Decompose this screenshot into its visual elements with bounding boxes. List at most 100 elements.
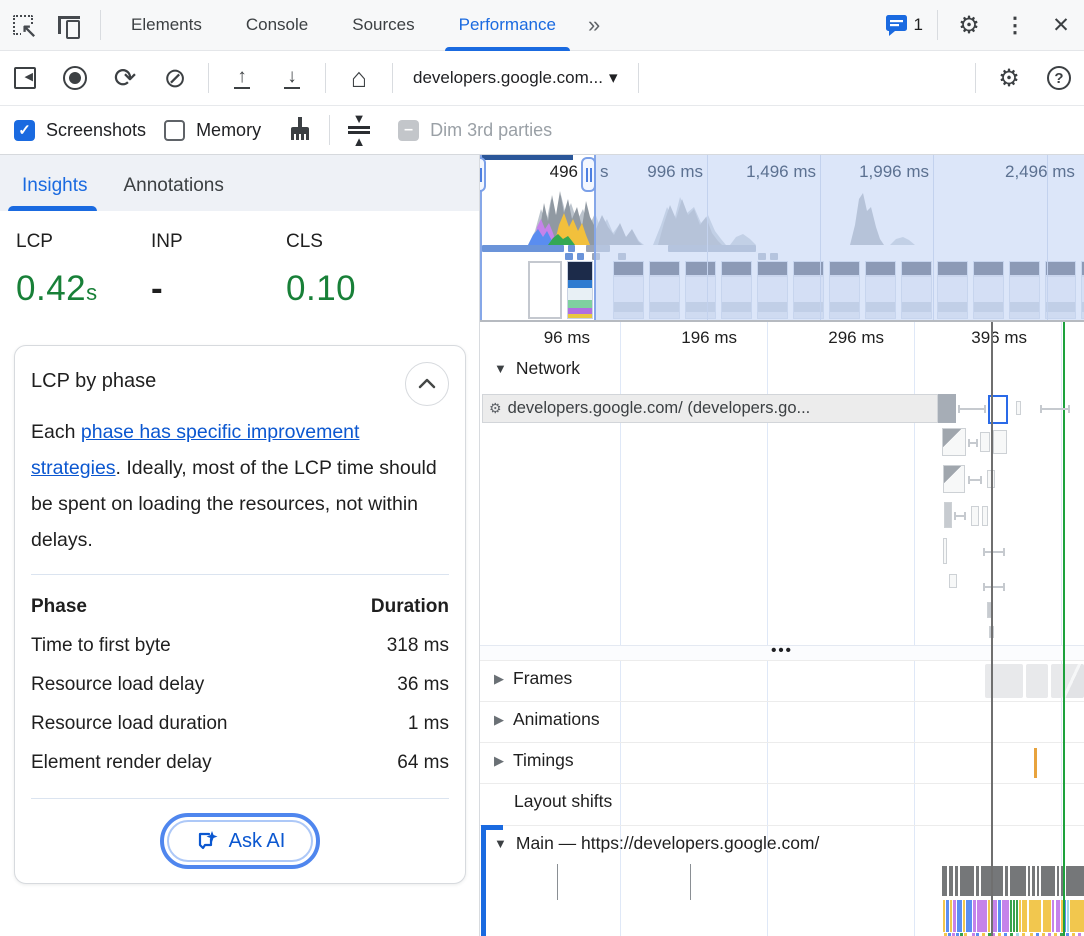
activity-bar[interactable] bbox=[977, 900, 987, 932]
close-devtools-button[interactable]: ✕ bbox=[1044, 8, 1078, 42]
timeline-flamechart[interactable]: 96 ms196 ms296 ms396 ms ▼ Network ⚙ deve… bbox=[480, 322, 1084, 936]
toggle-sidebar-button[interactable] bbox=[5, 58, 45, 98]
activity-bar[interactable] bbox=[957, 900, 962, 932]
tab-sources[interactable]: Sources bbox=[330, 0, 436, 51]
activity-bar[interactable] bbox=[998, 900, 1001, 932]
track-header[interactable]: ▶Frames bbox=[480, 668, 572, 689]
timeline-overview[interactable]: 496 s 996 ms1,496 ms1,996 ms 2,496 ms CP… bbox=[480, 155, 1084, 322]
help-button[interactable]: ? bbox=[1039, 58, 1079, 98]
activity-bar[interactable] bbox=[1022, 900, 1027, 932]
network-request-bar[interactable] bbox=[944, 502, 952, 528]
activity-bar[interactable] bbox=[946, 900, 949, 932]
activity-bar[interactable] bbox=[1002, 900, 1009, 932]
activity-bar[interactable] bbox=[953, 900, 956, 932]
divider bbox=[208, 63, 209, 93]
record-button[interactable] bbox=[55, 58, 95, 98]
activity-bar[interactable] bbox=[1010, 900, 1012, 932]
network-track-header[interactable]: ▼ Network bbox=[480, 358, 580, 379]
activity-bar[interactable] bbox=[1056, 900, 1060, 932]
shortcuts-dialog-icon[interactable]: ▼▲ bbox=[348, 112, 370, 148]
network-request-bar[interactable] bbox=[943, 465, 965, 493]
task-bar[interactable] bbox=[949, 866, 953, 896]
table-row: Time to first byte318 ms bbox=[31, 626, 449, 665]
reload-and-record-button[interactable]: ⟳ bbox=[105, 58, 145, 98]
menu-button[interactable]: ⋮ bbox=[998, 8, 1032, 42]
save-profile-button[interactable]: ↓ bbox=[272, 58, 312, 98]
table-row: Resource load delay36 ms bbox=[31, 665, 449, 704]
task-bar[interactable] bbox=[976, 866, 979, 896]
task-bar[interactable] bbox=[1037, 866, 1039, 896]
tab-insights[interactable]: Insights bbox=[0, 175, 101, 211]
activity-bar[interactable] bbox=[1029, 900, 1041, 932]
task-bar[interactable] bbox=[1066, 866, 1084, 896]
ruler-tick: 396 ms bbox=[971, 328, 1027, 348]
activity-bar[interactable] bbox=[943, 900, 945, 932]
activity-bar[interactable] bbox=[1052, 900, 1054, 932]
clear-button[interactable]: ⊘ bbox=[155, 58, 195, 98]
task-bar[interactable] bbox=[1005, 866, 1008, 896]
collapse-card-button[interactable] bbox=[405, 362, 449, 406]
inspect-element-button[interactable]: ↖ bbox=[6, 8, 40, 42]
network-request-bar[interactable]: ⚙ developers.google.com/ (developers.go.… bbox=[482, 394, 938, 423]
garbage-collect-icon[interactable] bbox=[287, 117, 313, 143]
network-request-bar[interactable] bbox=[1016, 401, 1021, 415]
main-track-header[interactable]: ▼ Main — https://developers.google.com/ bbox=[480, 833, 819, 854]
tab-performance[interactable]: Performance bbox=[437, 0, 578, 51]
activity-bar[interactable] bbox=[1067, 900, 1069, 932]
network-request-bar[interactable] bbox=[971, 506, 979, 526]
load-profile-button[interactable]: ↑ bbox=[222, 58, 262, 98]
history-dropdown[interactable]: developers.google.com... ▾ bbox=[401, 68, 630, 88]
task-bar[interactable] bbox=[960, 866, 974, 896]
sidebar-panel-icon bbox=[14, 67, 36, 89]
network-request-bar[interactable] bbox=[949, 574, 957, 588]
activity-bar[interactable] bbox=[950, 900, 952, 932]
screenshots-checkbox[interactable]: ✓ bbox=[14, 120, 35, 141]
more-tabs-icon[interactable]: » bbox=[578, 12, 607, 38]
frame-thumb bbox=[1026, 664, 1048, 698]
capture-settings-button[interactable]: ⚙ bbox=[989, 58, 1029, 98]
tab-elements[interactable]: Elements bbox=[109, 0, 224, 51]
overview-tick: 1,496 ms bbox=[746, 162, 816, 182]
task-bar[interactable] bbox=[1057, 866, 1059, 896]
activity-bar[interactable] bbox=[973, 900, 976, 932]
gear-icon: ⚙ bbox=[958, 11, 980, 40]
track-header[interactable]: Layout shifts bbox=[480, 791, 612, 812]
task-bar[interactable] bbox=[942, 866, 947, 896]
track-label: Timings bbox=[513, 750, 574, 771]
settings-button[interactable]: ⚙ bbox=[952, 8, 986, 42]
live-metrics-button[interactable]: ⌂ bbox=[339, 58, 379, 98]
selection-handle-right[interactable] bbox=[581, 157, 596, 192]
task-bar[interactable] bbox=[1041, 866, 1055, 896]
network-request-bar[interactable] bbox=[980, 432, 990, 452]
issues-counter[interactable]: 1 bbox=[878, 13, 929, 37]
activity-bar[interactable] bbox=[1043, 900, 1051, 932]
task-bar[interactable] bbox=[955, 866, 958, 896]
activity-bar[interactable] bbox=[988, 900, 990, 932]
activity-bar[interactable] bbox=[966, 900, 972, 932]
activity-bar[interactable] bbox=[1016, 900, 1018, 932]
ask-ai-button[interactable]: Ask AI bbox=[167, 820, 314, 862]
activity-bar[interactable] bbox=[1013, 900, 1015, 932]
chevron-down-icon: ▾ bbox=[609, 68, 618, 88]
network-request-bar[interactable] bbox=[943, 538, 947, 564]
network-request-bar[interactable] bbox=[942, 428, 966, 456]
ask-ai-focus-ring: Ask AI bbox=[160, 813, 321, 869]
dim-third-parties-checkbox[interactable]: – bbox=[398, 120, 419, 141]
activity-bar[interactable] bbox=[1070, 900, 1084, 932]
tab-console[interactable]: Console bbox=[224, 0, 330, 51]
selection-handle-left[interactable] bbox=[480, 157, 486, 192]
activity-bar[interactable] bbox=[1019, 900, 1021, 932]
tab-annotations[interactable]: Annotations bbox=[101, 175, 237, 211]
track-splitter[interactable]: ••• bbox=[480, 645, 1084, 661]
device-toolbar-button[interactable] bbox=[52, 8, 86, 42]
network-request-bar[interactable] bbox=[982, 506, 988, 526]
ruler-tick: 296 ms bbox=[828, 328, 884, 348]
track-header[interactable]: ▶Timings bbox=[480, 750, 574, 771]
task-bar[interactable] bbox=[1032, 866, 1035, 896]
activity-bar[interactable] bbox=[963, 900, 965, 932]
track-header[interactable]: ▶Animations bbox=[480, 709, 600, 730]
task-bar[interactable] bbox=[1010, 866, 1026, 896]
memory-checkbox[interactable] bbox=[164, 120, 185, 141]
task-bar[interactable] bbox=[1028, 866, 1030, 896]
network-request-bar[interactable] bbox=[993, 430, 1007, 454]
